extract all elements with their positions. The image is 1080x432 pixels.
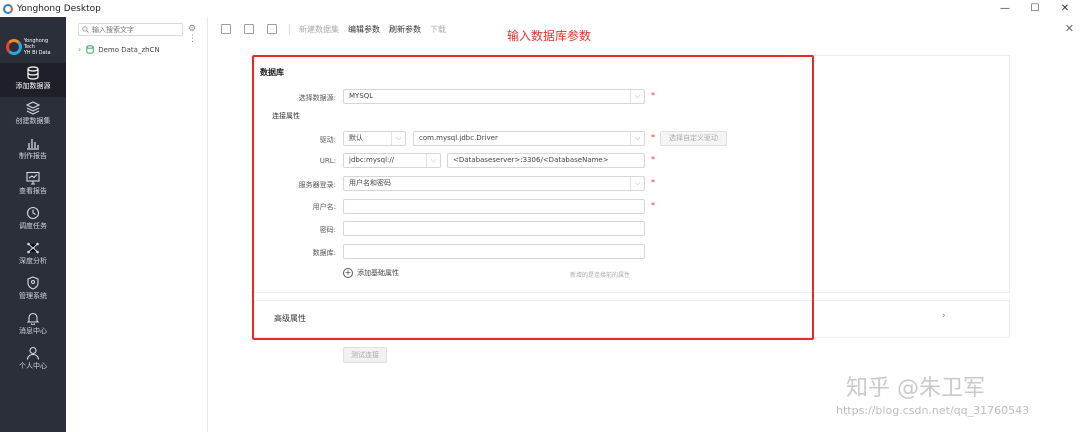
edit-params-button[interactable]: 编辑参数 [348, 24, 380, 35]
required-mark: * [651, 155, 655, 164]
clock-icon [26, 206, 40, 220]
tree-search-input[interactable] [92, 25, 177, 34]
required-mark: * [651, 201, 655, 210]
select-source-label: 选择数据源: [298, 94, 336, 102]
maximize-button[interactable]: ☐ [1020, 0, 1050, 17]
url-input[interactable]: <Databaseserver>:3306/<DatabaseName> [447, 153, 645, 168]
sidebar-item-label: 消息中心 [19, 327, 47, 335]
sidebar-item-label: 深度分析 [19, 257, 47, 265]
network-icon [27, 242, 39, 254]
chevron-down-icon: ⌵ [426, 154, 440, 167]
save-as-icon[interactable] [244, 24, 254, 34]
username-label: 用户名: [312, 203, 336, 211]
url-label: URL: [319, 157, 336, 165]
close-tab-icon[interactable]: ✕ [1065, 22, 1074, 35]
monitor-icon [26, 171, 40, 185]
search-icon [82, 26, 89, 33]
brand-logo: Yonghong Tech YH BI Data [6, 35, 60, 59]
driver-mode-select[interactable]: 默认 ⌵ [343, 131, 406, 146]
database-node-icon [86, 45, 94, 54]
url-prefix-select[interactable]: jdbc:mysql:// ⌵ [343, 153, 441, 168]
sidebar: Yonghong Tech YH BI Data 添加数据源 创建数据集 制作报… [0, 17, 66, 432]
add-property-hint: 新增的是连接前的属性 [570, 272, 631, 279]
sidebar-item-messages[interactable]: 消息中心 [0, 308, 66, 342]
window-controls: — ☐ ✕ [990, 0, 1080, 17]
app-logo-icon [3, 3, 13, 14]
watermark-brand: 知乎 @朱卫军 [846, 376, 985, 401]
close-window-button[interactable]: ✕ [1050, 0, 1080, 17]
database-label: 数据库: [312, 249, 336, 257]
chevron-right-icon[interactable]: › [942, 311, 946, 321]
driver-label: 驱动: [319, 136, 336, 144]
tree-tools-icons[interactable]: ⚙ ⋮ [188, 24, 207, 44]
toolbar-divider [289, 24, 290, 34]
advanced-properties-label: 高级属性 [274, 314, 306, 323]
minimize-button[interactable]: — [990, 0, 1020, 17]
sidebar-item-schedule[interactable]: 调度任务 [0, 203, 66, 237]
add-property-button[interactable]: + 添加基础属性 [343, 268, 399, 278]
database-input[interactable] [343, 244, 645, 259]
sidebar-item-label: 查看报告 [19, 187, 47, 195]
new-dataset-button[interactable]: 新建数据集 [299, 24, 339, 35]
sidebar-item-label: 调度任务 [19, 222, 47, 230]
editor-toolbar: 新建数据集 编辑参数 刷新参数 下载 ✕ [208, 17, 1080, 41]
bell-icon [26, 312, 40, 325]
datasource-select[interactable]: MYSQL ⌵ [343, 89, 645, 104]
title-bar: Yonghong Desktop — ☐ ✕ [0, 0, 1080, 17]
sidebar-item-admin[interactable]: 管理系统 [0, 273, 66, 307]
plus-circle-icon: + [343, 268, 353, 278]
datasource-tree-panel: ⚙ ⋮ › Demo Data_zhCN [66, 17, 208, 432]
required-mark: * [651, 178, 655, 187]
download-button[interactable]: 下载 [430, 24, 446, 35]
shield-icon [27, 276, 39, 290]
database-icon [27, 66, 39, 80]
chart-icon [27, 139, 39, 150]
tree-search-box[interactable] [78, 23, 183, 36]
required-mark: * [651, 91, 655, 100]
brand-name: Yonghong Tech [23, 38, 49, 50]
save-icon[interactable] [221, 24, 231, 34]
conn-props-title: 连接属性 [272, 112, 300, 120]
watermark-url: https://blog.csdn.net/qq_31760543 [836, 404, 1030, 417]
brand-ring-icon [6, 39, 22, 55]
section-title: 数据库 [260, 68, 284, 77]
expand-arrow-icon[interactable]: › [78, 45, 81, 54]
required-mark: * [651, 133, 655, 142]
sidebar-item-view-report[interactable]: 查看报告 [0, 168, 66, 202]
password-label: 密码: [319, 226, 336, 234]
advanced-properties-card[interactable] [254, 300, 1010, 338]
chevron-down-icon: ⌵ [391, 132, 405, 145]
tree-node-label: Demo Data_zhCN [98, 45, 160, 54]
custom-driver-button[interactable]: 选择自定义驱动 [660, 131, 727, 146]
tree-node-demo-data[interactable]: › Demo Data_zhCN [78, 45, 160, 54]
chevron-down-icon: ⌵ [630, 132, 644, 145]
annotation-text: 输入数据库参数 [507, 29, 592, 43]
login-label: 服务器登录: [298, 181, 336, 189]
password-input[interactable] [343, 221, 645, 236]
login-mode-select[interactable]: 用户名和密码 ⌵ [343, 176, 645, 191]
refresh-params-button[interactable]: 刷新参数 [389, 24, 421, 35]
export-icon[interactable] [267, 24, 277, 34]
sidebar-item-label: 添加数据源 [15, 82, 51, 90]
sidebar-item-add-datasource[interactable]: 添加数据源 [0, 63, 66, 97]
test-connection-button[interactable]: 测试连接 [343, 347, 387, 363]
chevron-down-icon: ⌵ [630, 90, 644, 103]
sidebar-item-profile[interactable]: 个人中心 [0, 343, 66, 377]
layers-icon [26, 101, 40, 115]
sidebar-item-deep-analysis[interactable]: 深度分析 [0, 238, 66, 272]
sidebar-item-label: 创建数据集 [15, 117, 51, 125]
chevron-down-icon: ⌵ [630, 177, 644, 190]
username-input[interactable] [343, 199, 645, 214]
user-icon [26, 346, 40, 360]
driver-class-select[interactable]: com.mysql.jdbc.Driver ⌵ [413, 131, 645, 146]
sidebar-item-label: 制作报告 [19, 152, 47, 160]
add-property-label: 添加基础属性 [357, 269, 399, 277]
sidebar-item-label: 管理系统 [19, 292, 47, 300]
sidebar-item-make-report[interactable]: 制作报告 [0, 133, 66, 167]
sidebar-item-create-dataset[interactable]: 创建数据集 [0, 98, 66, 132]
window-title: Yonghong Desktop [17, 3, 101, 14]
sidebar-item-label: 个人中心 [19, 362, 47, 370]
brand-subtitle: YH BI Data [23, 50, 51, 56]
